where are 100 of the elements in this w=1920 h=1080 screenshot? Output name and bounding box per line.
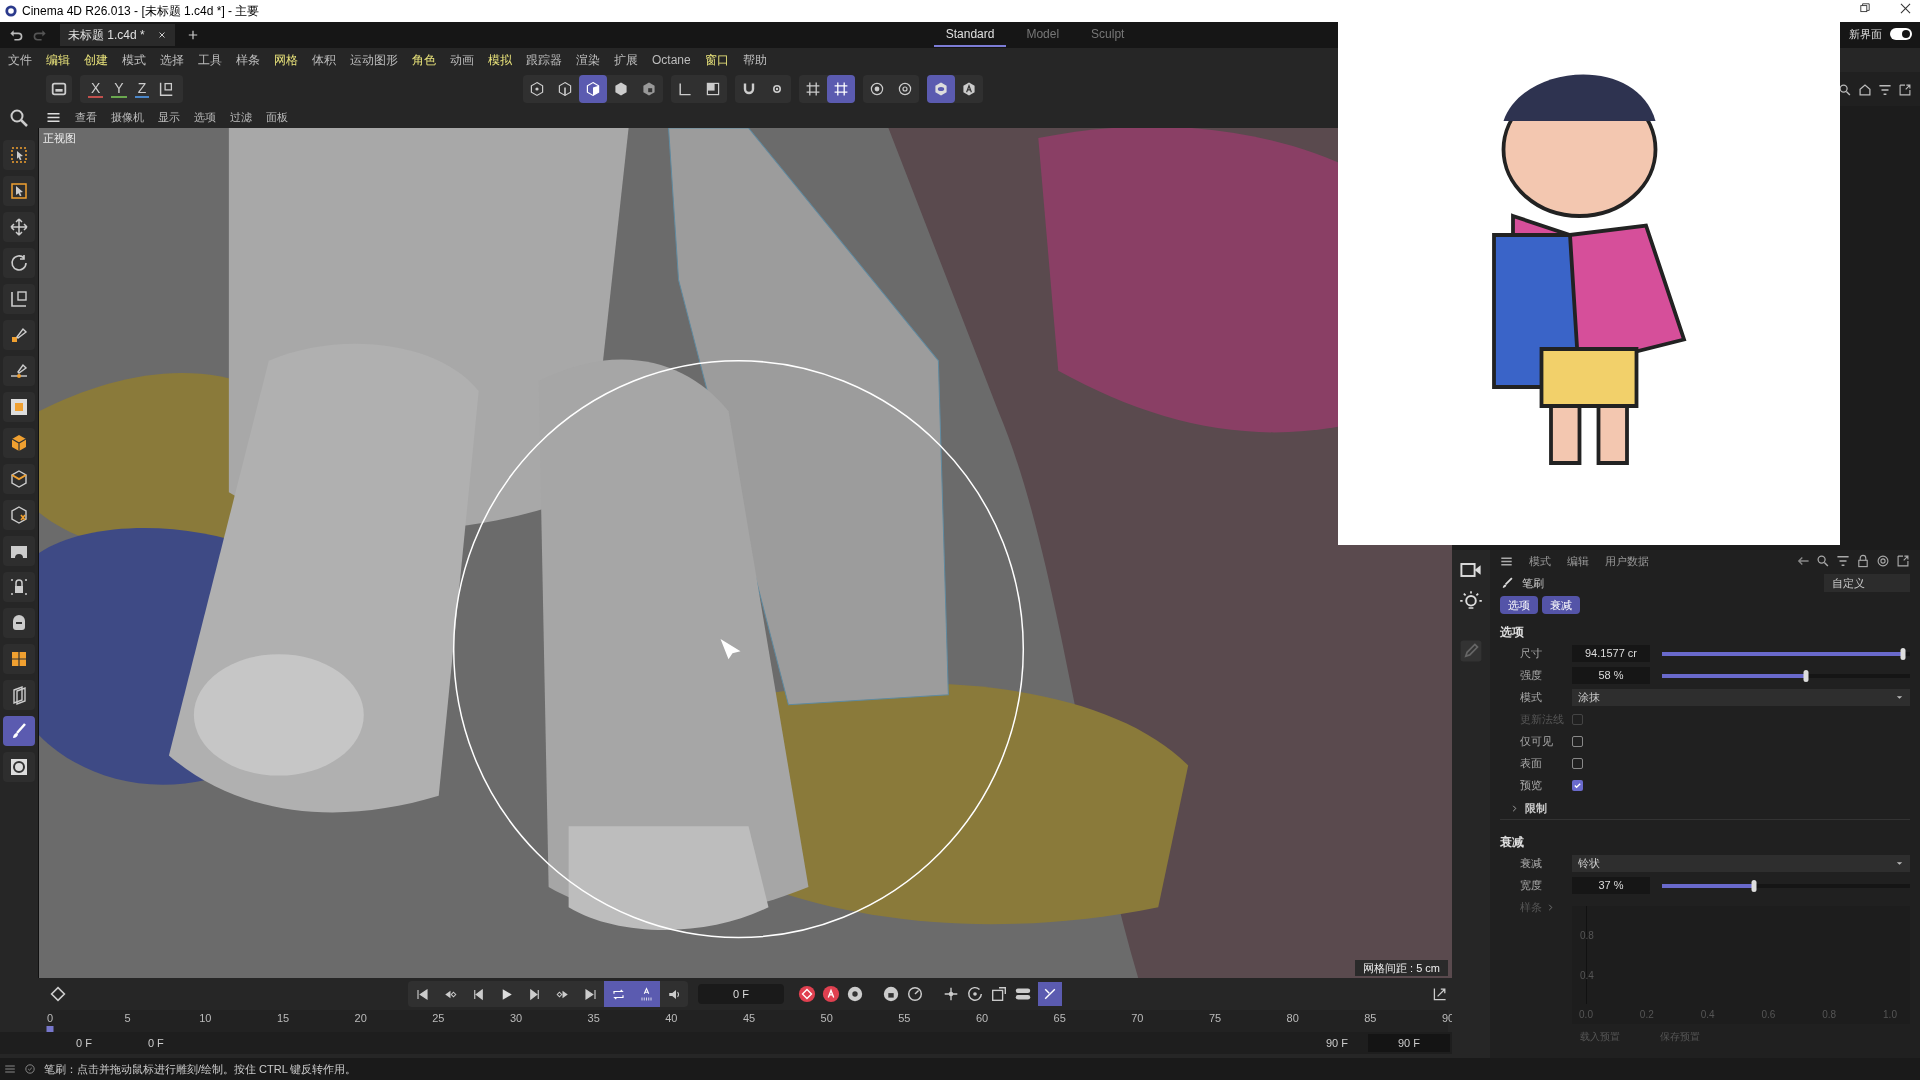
arch-tool[interactable] xyxy=(3,536,35,566)
slider-thumb[interactable] xyxy=(1900,647,1906,660)
scale-key-icon[interactable] xyxy=(990,985,1008,1003)
number-field[interactable]: 37 % xyxy=(1572,877,1650,894)
menu-item[interactable]: 扩展 xyxy=(614,51,638,69)
document-tab[interactable]: 未标题 1.c4d * xyxy=(60,24,175,46)
menu-item[interactable]: 模拟 xyxy=(488,51,512,69)
playhead-marker[interactable] xyxy=(46,1026,54,1032)
attribute-tab[interactable]: 衰减 xyxy=(1542,596,1580,614)
rotate-tool[interactable] xyxy=(3,248,35,278)
preview-start-field[interactable]: 0 F xyxy=(147,1034,164,1052)
rotate-key-icon[interactable] xyxy=(966,985,984,1003)
point-level-button[interactable] xyxy=(1038,982,1062,1006)
mask-tool[interactable] xyxy=(3,608,35,638)
key-gauge-icon[interactable] xyxy=(906,985,924,1003)
eye-hexagon-button[interactable] xyxy=(927,75,956,103)
menu-item[interactable]: 样条 xyxy=(236,51,260,69)
menu-item[interactable]: Octane xyxy=(652,51,691,69)
menu-item[interactable]: 动画 xyxy=(450,51,474,69)
auto-record-icon[interactable] xyxy=(822,985,840,1003)
viewport-menu-item[interactable]: 查看 xyxy=(75,108,97,126)
viewport-menu-item[interactable]: 显示 xyxy=(158,108,180,126)
record-icon[interactable] xyxy=(798,985,816,1003)
edit-icon[interactable] xyxy=(1458,638,1484,664)
menu-item[interactable]: 渲染 xyxy=(576,51,600,69)
polygons-mode-button[interactable] xyxy=(579,75,608,103)
dropdown-field[interactable]: 涂抹 xyxy=(1572,689,1910,706)
cube-cross-tool[interactable] xyxy=(3,500,35,530)
menu-item[interactable]: 工具 xyxy=(198,51,222,69)
auto-key-button[interactable] xyxy=(632,981,660,1007)
cube-outline-tool[interactable] xyxy=(3,464,35,494)
attribute-tab[interactable]: 选项 xyxy=(1500,596,1538,614)
menu-item[interactable]: 选择 xyxy=(160,51,184,69)
circle-tool[interactable] xyxy=(3,752,35,782)
number-field[interactable]: 58 % xyxy=(1572,667,1650,684)
number-field[interactable]: 94.1577 cr xyxy=(1572,645,1650,662)
menu-item[interactable]: 窗口 xyxy=(704,51,729,69)
viewport-menu-item[interactable]: 选项 xyxy=(194,108,216,126)
menu-item[interactable]: 创建 xyxy=(84,51,108,69)
viewport-menu-item[interactable]: 摄像机 xyxy=(111,108,144,126)
viewport[interactable]: 正视图 网格间距 : 5 cm xyxy=(38,128,1452,978)
loop-button[interactable] xyxy=(604,981,632,1007)
filter-icon[interactable] xyxy=(1878,83,1892,97)
move-key-icon[interactable] xyxy=(942,985,960,1003)
cube-tool[interactable] xyxy=(3,428,35,458)
cubes-tool[interactable] xyxy=(3,644,35,674)
select-box-tool[interactable] xyxy=(3,140,35,170)
chevron-right-icon[interactable] xyxy=(1510,804,1519,813)
grid-lock-button[interactable] xyxy=(827,75,856,103)
pop-out-icon[interactable] xyxy=(1896,554,1910,568)
viewport-menu-item[interactable]: 面板 xyxy=(266,108,288,126)
attribute-menu-item[interactable]: 编辑 xyxy=(1567,552,1589,570)
preset-dropdown[interactable]: 自定义 xyxy=(1824,574,1910,592)
square-tool[interactable] xyxy=(3,392,35,422)
close-icon[interactable] xyxy=(156,30,167,40)
slider-thumb[interactable] xyxy=(1751,879,1757,892)
target-icon[interactable] xyxy=(1876,554,1890,568)
start-frame-field[interactable]: 0 F xyxy=(76,1034,92,1052)
menu-item[interactable]: 网格 xyxy=(274,51,298,69)
menu-item[interactable]: 体积 xyxy=(312,51,336,69)
preview-end-field[interactable]: 90 F xyxy=(1326,1034,1348,1052)
select-frame-tool[interactable] xyxy=(3,176,35,206)
expand-timeline-icon[interactable] xyxy=(1432,986,1448,1002)
redo-icon[interactable] xyxy=(32,27,48,43)
checkbox[interactable] xyxy=(1572,780,1583,791)
menu-item[interactable]: 跟踪器 xyxy=(526,51,562,69)
search-icon[interactable] xyxy=(9,108,29,128)
menu-item[interactable]: 运动图形 xyxy=(350,51,398,69)
keyframe-diamond-icon[interactable] xyxy=(50,986,66,1002)
axis-lock-button[interactable]: X xyxy=(88,80,104,98)
layout-tab[interactable]: Model xyxy=(1014,23,1072,47)
menu-item[interactable]: 文件 xyxy=(8,51,32,69)
viewport-menu-item[interactable]: 过滤 xyxy=(230,108,252,126)
pop-out-icon[interactable] xyxy=(1898,83,1912,97)
back-arrow-icon[interactable] xyxy=(1796,554,1810,568)
attribute-menu-item[interactable]: 模式 xyxy=(1529,552,1551,570)
layout-tab[interactable]: Sculpt xyxy=(1079,23,1137,47)
box-stack-tool[interactable] xyxy=(3,680,35,710)
close-icon[interactable] xyxy=(1899,2,1912,15)
slider-thumb[interactable] xyxy=(1803,669,1809,682)
current-frame-field[interactable]: 0 F xyxy=(698,984,784,1004)
axis-lock-button[interactable]: Y xyxy=(111,80,127,98)
scale-tool[interactable] xyxy=(3,284,35,314)
undo-icon[interactable] xyxy=(8,27,24,43)
axis-lock-button[interactable]: Z xyxy=(134,80,150,98)
brush-tool[interactable] xyxy=(3,716,35,746)
menu-item[interactable]: 模式 xyxy=(122,51,146,69)
end-frame-field[interactable]: 90 F xyxy=(1368,1034,1450,1052)
add-tab-icon[interactable] xyxy=(186,29,199,41)
panel-icon[interactable] xyxy=(50,80,68,98)
dropdown-field[interactable]: 铃状 xyxy=(1572,855,1910,872)
toggle-switch[interactable] xyxy=(1890,28,1912,41)
spline-pen-tool[interactable] xyxy=(3,356,35,386)
menu-item[interactable]: 角色 xyxy=(412,51,436,69)
checkbox[interactable] xyxy=(1572,736,1583,747)
checkbox[interactable] xyxy=(1572,758,1583,769)
group-header[interactable]: 限制 xyxy=(1525,800,1547,817)
move-tool[interactable] xyxy=(3,212,35,242)
lock-dots-tool[interactable] xyxy=(3,572,35,602)
filter-icon[interactable] xyxy=(1836,554,1850,568)
